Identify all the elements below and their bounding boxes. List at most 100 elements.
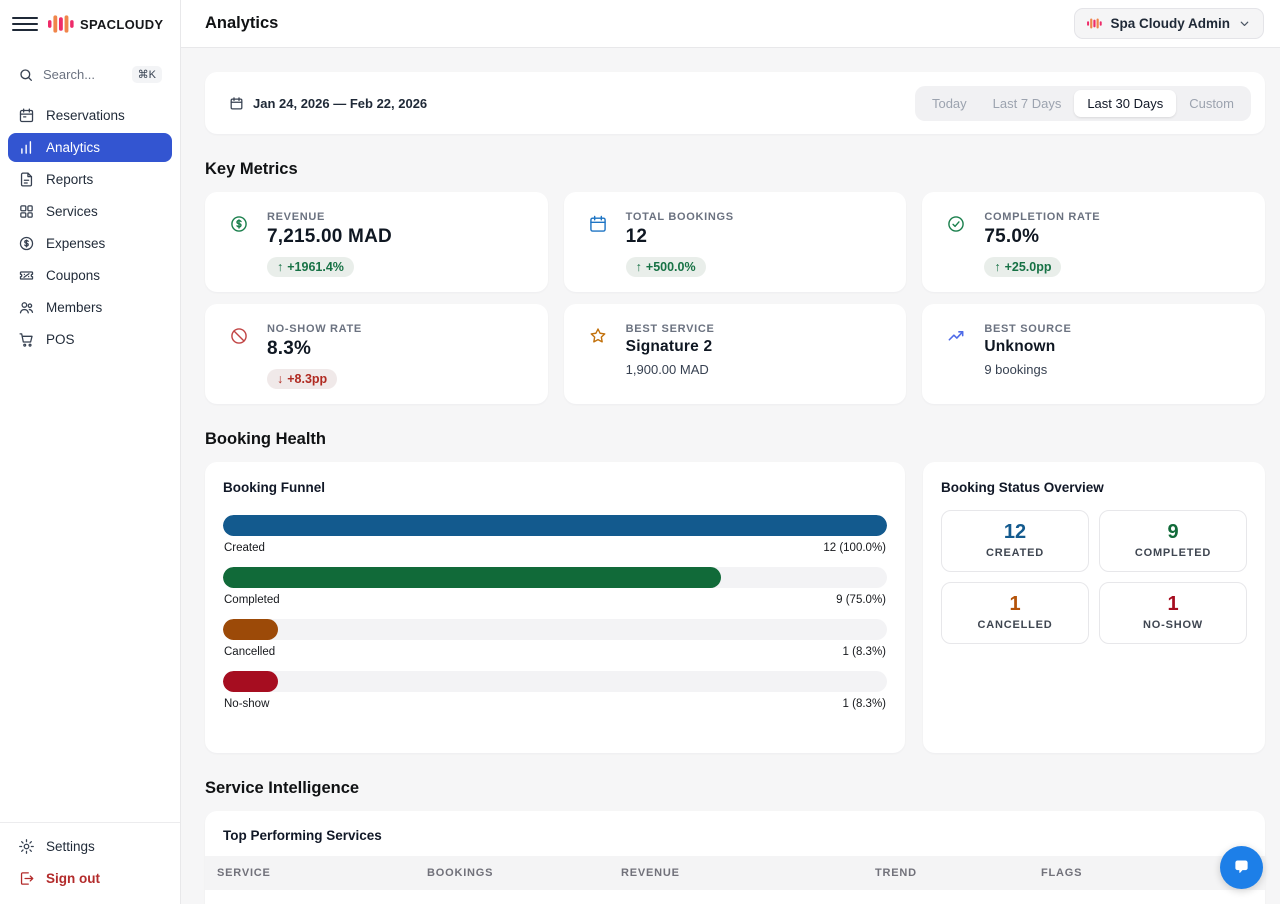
status-label: NO-SHOW [1104, 619, 1242, 631]
chevron-down-icon [1238, 17, 1251, 30]
status-tile-no-show: 1 NO-SHOW [1099, 582, 1247, 644]
sidebar-item-label: POS [46, 332, 75, 347]
top-services-table-header: SERVICE BOOKINGS REVENUE TREND FLAGS [205, 856, 1265, 890]
date-preset-segment: Today Last 7 Days Last 30 Days Custom [915, 86, 1251, 121]
dollar-circle-icon [229, 211, 251, 273]
chat-widget-button[interactable] [1220, 846, 1263, 889]
metric-value: Signature 2 [626, 338, 715, 356]
funnel-stage-created: Created12 (100.0%) [223, 515, 887, 554]
calendar-icon [229, 96, 244, 111]
sidebar-item-settings[interactable]: Settings [8, 832, 172, 861]
check-circle-icon [946, 211, 968, 273]
badge-text: +1961.4% [287, 260, 344, 274]
funnel-stage-label: Cancelled [224, 646, 275, 658]
metric-card-revenue: REVENUE 7,215.00 MAD ↑+1961.4% [205, 192, 548, 292]
search-input[interactable]: Search... ⌘K [10, 60, 170, 89]
metric-value: 8.3% [267, 338, 362, 360]
service-intelligence-heading: Service Intelligence [205, 779, 1265, 798]
cart-icon [18, 331, 35, 348]
status-label: CANCELLED [946, 619, 1084, 631]
funnel-track [223, 515, 887, 536]
funnel-stage-value: 12 (100.0%) [823, 542, 886, 554]
metric-trend-badge: ↓+8.3pp [267, 369, 337, 389]
sidebar-item-reservations[interactable]: Reservations [8, 101, 172, 130]
sidebar-nav: Reservations Analytics Reports Services … [0, 101, 180, 354]
calendar-icon [588, 211, 610, 273]
users-icon [18, 299, 35, 316]
status-tile-cancelled: 1 CANCELLED [941, 582, 1089, 644]
sidebar-footer: Settings Sign out [0, 822, 180, 904]
status-label: COMPLETED [1104, 547, 1242, 559]
sidebar-item-coupons[interactable]: Coupons [8, 261, 172, 290]
dollar-circle-icon [18, 235, 35, 252]
account-name: Spa Cloudy Admin [1110, 16, 1230, 31]
preset-custom-button[interactable]: Custom [1176, 90, 1247, 117]
sidebar-item-reports[interactable]: Reports [8, 165, 172, 194]
sidebar-item-analytics[interactable]: Analytics [8, 133, 172, 162]
star-icon [588, 323, 610, 385]
spacloudy-mini-logo-icon [1087, 18, 1102, 29]
sidebar-item-services[interactable]: Services [8, 197, 172, 226]
metric-label: NO-SHOW RATE [267, 323, 362, 335]
status-tile-created: 12 CREATED [941, 510, 1089, 572]
hamburger-menu-icon[interactable] [12, 11, 38, 37]
sidebar-header: SPACLOUDY [0, 0, 180, 48]
bar-chart-icon [18, 139, 35, 156]
main-area: Analytics Spa Cloudy Admin Jan 24, 2026 [181, 0, 1280, 904]
booking-status-grid: 12 CREATED 9 COMPLETED 1 CANCELLED 1 [941, 510, 1247, 644]
metric-label: COMPLETION RATE [984, 211, 1100, 223]
metric-card-best-service: BEST SERVICE Signature 2 1,900.00 MAD [564, 304, 907, 404]
preset-last-30-days-button[interactable]: Last 30 Days [1074, 90, 1176, 117]
funnel-bar [223, 515, 887, 536]
metric-value: Unknown [984, 338, 1071, 356]
ticket-icon [18, 267, 35, 284]
search-placeholder: Search... [43, 67, 95, 82]
arrow-up-icon: ↑ [277, 260, 283, 274]
funnel-bar [223, 567, 721, 588]
content: Jan 24, 2026 — Feb 22, 2026 Today Last 7… [181, 48, 1280, 904]
sidebar-item-pos[interactable]: POS [8, 325, 172, 354]
metric-card-completion-rate: COMPLETION RATE 75.0% ↑+25.0pp [922, 192, 1265, 292]
arrow-up-icon: ↑ [994, 260, 1000, 274]
search-icon [18, 67, 34, 83]
funnel-track [223, 567, 887, 588]
funnel-bar [223, 671, 278, 692]
metric-value: 7,215.00 MAD [267, 226, 392, 248]
sidebar-item-members[interactable]: Members [8, 293, 172, 322]
logout-icon [18, 870, 35, 887]
preset-last-7-days-button[interactable]: Last 7 Days [980, 90, 1075, 117]
brand-name: SPACLOUDY [80, 17, 163, 32]
sidebar-item-expenses[interactable]: Expenses [8, 229, 172, 258]
account-menu-button[interactable]: Spa Cloudy Admin [1074, 8, 1264, 39]
sidebar-item-label: Expenses [46, 236, 105, 251]
sidebar-item-label: Members [46, 300, 102, 315]
metric-card-no-show-rate: NO-SHOW RATE 8.3% ↓+8.3pp [205, 304, 548, 404]
brand-logo: SPACLOUDY [48, 14, 163, 34]
metrics-grid: REVENUE 7,215.00 MAD ↑+1961.4% TOTAL BOO… [205, 192, 1265, 404]
search-shortcut-badge: ⌘K [132, 66, 162, 83]
grid-icon [18, 203, 35, 220]
metric-value: 75.0% [984, 226, 1100, 248]
booking-health-grid: Booking Funnel Created12 (100.0%) Comple… [205, 462, 1265, 753]
metric-trend-badge: ↑ +1961.4% [267, 257, 354, 277]
metric-label: TOTAL BOOKINGS [626, 211, 734, 223]
status-tile-completed: 9 COMPLETED [1099, 510, 1247, 572]
metric-value: 12 [626, 226, 734, 248]
sidebar-item-sign-out[interactable]: Sign out [8, 864, 172, 893]
metric-label: BEST SERVICE [626, 323, 715, 335]
funnel-stage-completed: Completed9 (75.0%) [223, 567, 887, 606]
date-range-display[interactable]: Jan 24, 2026 — Feb 22, 2026 [229, 96, 427, 111]
funnel-track [223, 619, 887, 640]
arrow-up-icon: ↑ [636, 260, 642, 274]
funnel-stage-value: 1 (8.3%) [843, 698, 886, 710]
status-value: 1 [946, 593, 1084, 616]
column-header-bookings: BOOKINGS [427, 867, 621, 879]
sidebar-item-label: Settings [46, 839, 95, 854]
metric-card-best-source: BEST SOURCE Unknown 9 bookings [922, 304, 1265, 404]
key-metrics-heading: Key Metrics [205, 160, 1265, 179]
preset-today-button[interactable]: Today [919, 90, 980, 117]
metric-subtext: 9 bookings [984, 362, 1071, 377]
chat-bubble-icon [1231, 857, 1252, 878]
funnel-stage-label: Completed [224, 594, 280, 606]
date-range-text: Jan 24, 2026 — Feb 22, 2026 [253, 96, 427, 111]
